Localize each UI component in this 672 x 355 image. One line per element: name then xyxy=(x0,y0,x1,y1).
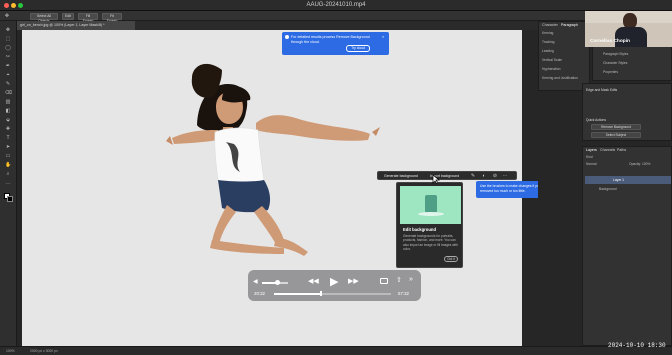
edit-background-card: Edit background Generate backgrounds for… xyxy=(396,182,463,268)
zoom-level[interactable]: 100% xyxy=(6,349,15,353)
play-icon[interactable]: ▶ xyxy=(330,275,338,288)
invert-icon[interactable]: ⊘ xyxy=(492,173,498,179)
option-button-edit[interactable]: Edit xyxy=(62,12,74,20)
panel-list-item[interactable]: Paragraph Styles xyxy=(603,52,628,56)
progress-knob[interactable] xyxy=(319,291,322,296)
brush-tool-icon[interactable]: ✎ xyxy=(5,81,11,87)
quick-actions-title: Quick Actions xyxy=(586,118,606,122)
tab-character[interactable]: Character xyxy=(542,23,558,27)
hand-tool-icon[interactable]: ✋ xyxy=(5,162,11,168)
layer-filter-kind[interactable]: Kind xyxy=(586,155,593,159)
volume-icon[interactable]: ◀ xyxy=(253,278,258,285)
move-tool-icon[interactable]: ✥ xyxy=(5,27,11,33)
layer-name: Background xyxy=(599,187,617,191)
crop-tool-icon[interactable]: ✂ xyxy=(5,54,11,60)
window-title-bar: AAUG-20241010.mp4 xyxy=(0,0,672,11)
stamp-tool-icon[interactable]: ▥ xyxy=(5,99,11,105)
character-row[interactable]: Kerning xyxy=(542,31,553,35)
move-tool-icon[interactable]: ✥ xyxy=(4,13,10,19)
pen-tool-icon[interactable]: ✒ xyxy=(5,63,11,69)
more-options-icon[interactable]: ··· xyxy=(502,173,508,179)
marquee-tool-icon[interactable]: ⬚ xyxy=(5,36,11,42)
presenter-name: Cornelius Chopin xyxy=(590,39,630,44)
bottle-illustration xyxy=(425,195,437,213)
edge-panel-title: Edge and Mask Edits xyxy=(586,88,618,92)
character-row[interactable]: Vertical Scale xyxy=(542,58,562,62)
pedestal-illustration xyxy=(418,212,444,216)
recording-timestamp: 2024-10-10 18:30 xyxy=(608,342,666,349)
tab-channels[interactable]: Channels xyxy=(600,148,615,152)
option-button-fill-screen[interactable]: Fill Screen xyxy=(78,12,98,23)
character-panel: Character Paragraph Kerning Tracking Leadi… xyxy=(538,21,590,91)
info-icon xyxy=(285,35,289,39)
try-cloud-button[interactable]: Try cloud xyxy=(346,45,370,52)
option-button-fit-screen[interactable]: Fit Screen xyxy=(102,12,122,23)
tab-paragraph[interactable]: Paragraph xyxy=(561,23,578,27)
panel-list-item[interactable]: Properties xyxy=(603,70,618,74)
eraser-tool-icon[interactable]: ⌫ xyxy=(5,90,12,96)
select-subject-button[interactable]: Select Subject xyxy=(591,132,641,138)
share-icon[interactable]: ⇧ xyxy=(396,276,402,284)
edge-mask-panel: Edge and Mask Edits Quick Actions Remove… xyxy=(582,83,672,141)
picture-in-picture-icon[interactable] xyxy=(380,278,388,284)
layer-name: Layer 1 xyxy=(613,178,624,182)
notice-text: For detailed results process Remove Back… xyxy=(291,35,370,44)
remaining-time: 57:32 xyxy=(398,291,409,296)
rewind-icon[interactable]: ◀◀ xyxy=(308,277,319,285)
card-description: Generate backgrounds for portraits, prod… xyxy=(403,234,458,252)
document-tab[interactable]: girl_on_bench.jpg @ 100% (Layer 1, Layer… xyxy=(17,21,135,30)
gradient-tool-icon[interactable]: ◧ xyxy=(5,108,11,114)
layer-row-layer1[interactable]: Layer 1 xyxy=(585,176,671,184)
panel-list-item[interactable]: Character Styles xyxy=(603,61,627,65)
card-title: Edit background xyxy=(403,227,437,232)
eyedropper-tool-icon[interactable]: ⌖ xyxy=(5,72,11,78)
tools-panel: ✥ ⬚ ◯ ✂ ✒ ⌖ ✎ ⌫ ▥ ◧ ⬙ ✚ T ➤ ▭ ✋ ⌕ … xyxy=(0,21,17,346)
tab-layers[interactable]: Layers xyxy=(586,148,597,152)
elapsed-time: 20:32 xyxy=(254,291,265,296)
volume-knob[interactable] xyxy=(275,280,281,285)
remove-background-button[interactable]: Remove Background xyxy=(591,124,641,130)
fast-forward-icon[interactable]: ▶▶ xyxy=(348,277,359,285)
webcam-overlay: Cornelius Chopin xyxy=(585,11,672,47)
path-select-tool-icon[interactable]: ➤ xyxy=(5,144,11,150)
mask-icon[interactable]: ◐ xyxy=(481,173,487,179)
option-button-select-all[interactable]: Select All Objects xyxy=(30,12,58,23)
character-row[interactable]: Leading xyxy=(542,49,554,53)
screen: AAUG-20241010.mp4 ✥ Select All Objects E… xyxy=(0,0,672,355)
lasso-tool-icon[interactable]: ◯ xyxy=(5,45,11,51)
status-bar: 100% 2000 px x 3000 px xyxy=(0,346,672,355)
healing-tool-icon[interactable]: ✚ xyxy=(5,126,11,132)
person-body xyxy=(615,27,647,47)
document-tab-bar: girl_on_bench.jpg @ 100% (Layer 1, Layer… xyxy=(17,21,538,30)
contextual-task-bar: Generate background Import background ✎ … xyxy=(377,171,517,180)
background-color-swatch[interactable] xyxy=(7,196,13,202)
mouse-cursor-icon xyxy=(432,175,440,184)
card-next-button[interactable]: Got it xyxy=(444,256,458,262)
window-title: AAUG-20241010.mp4 xyxy=(306,2,366,8)
notice-close-icon[interactable]: × xyxy=(382,34,384,39)
cloud-notice: For detailed results process Remove Back… xyxy=(282,32,389,55)
layers-panel: Layers Channels Paths Kind Normal Opacit… xyxy=(582,146,672,346)
progress-fill xyxy=(274,293,321,295)
video-player-controls: ◀ ◀◀ ▶ ▶▶ ⇧ » 20:32 57:32 xyxy=(248,270,421,301)
opacity-field[interactable]: Opacity: 100% xyxy=(629,162,650,166)
card-illustration xyxy=(400,186,461,224)
document-size: 2000 px x 3000 px xyxy=(30,349,58,353)
character-row[interactable]: Kerning and Justification xyxy=(542,76,578,80)
dodge-tool-icon[interactable]: ⬙ xyxy=(5,117,11,123)
options-bar: ✥ Select All Objects Edit Fill Screen Fi… xyxy=(0,11,672,23)
tab-paths[interactable]: Paths xyxy=(617,148,626,152)
generate-background-button[interactable]: Generate background xyxy=(382,173,420,179)
character-row[interactable]: Hyphenation xyxy=(542,67,561,71)
more-icon[interactable]: » xyxy=(409,276,413,283)
character-row[interactable]: Tracking xyxy=(542,40,555,44)
zoom-tool-icon[interactable]: ⌕ xyxy=(5,171,11,177)
brush-icon[interactable]: ✎ xyxy=(470,173,476,179)
layer-row-background[interactable]: Background xyxy=(585,185,671,193)
blend-mode-select[interactable]: Normal xyxy=(586,162,597,166)
shape-tool-icon[interactable]: ▭ xyxy=(5,153,11,159)
right-panels: Character Paragraph Kerning Tracking Leadi… xyxy=(538,21,672,346)
more-tool-icon[interactable]: … xyxy=(5,180,11,186)
type-tool-icon[interactable]: T xyxy=(5,135,11,141)
